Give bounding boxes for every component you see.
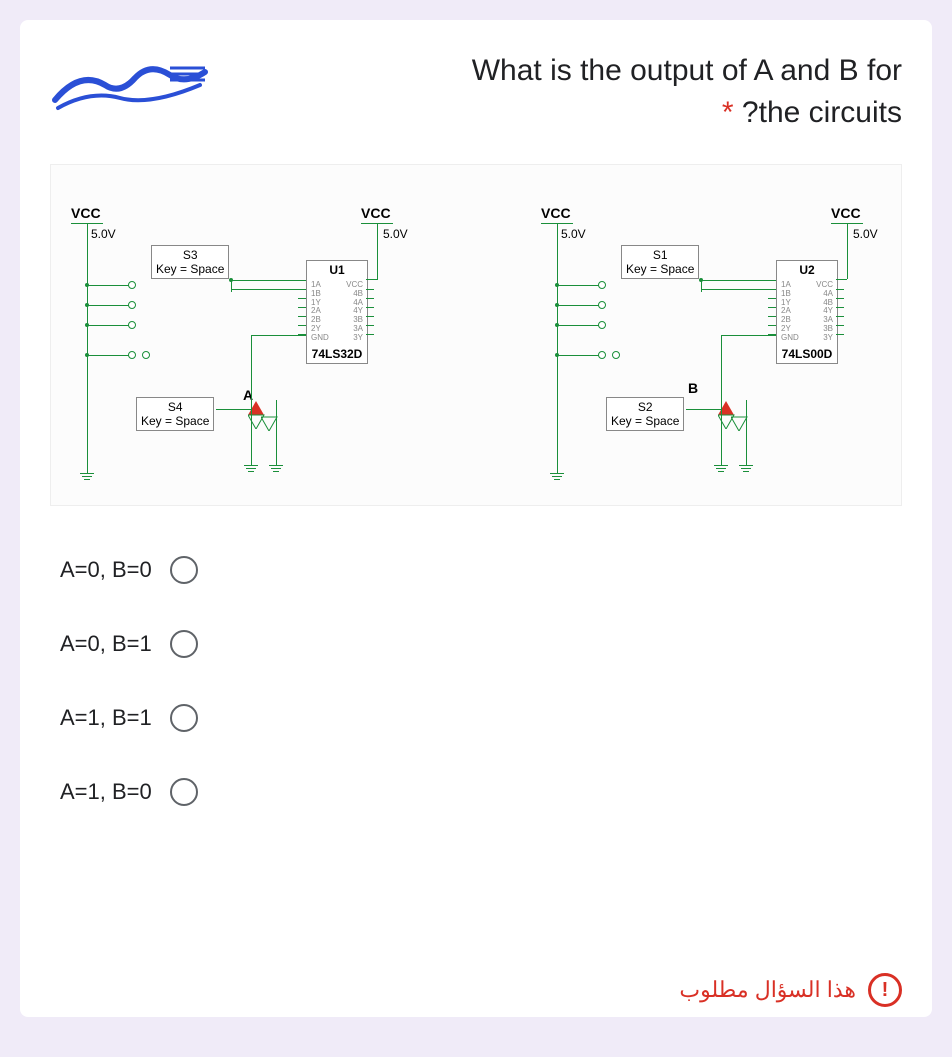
volt-label-3: 5.0V xyxy=(561,227,586,241)
u2-part: 74LS00D xyxy=(777,345,837,363)
option-4-text: A=1, B=0 xyxy=(60,779,152,805)
question-line1: What is the output of A and B for xyxy=(472,54,902,87)
s2-key: Key = Space xyxy=(611,414,679,428)
volt-label-4: 5.0V xyxy=(853,227,878,241)
radio-icon[interactable] xyxy=(170,778,198,806)
question-line2-suffix: the circuits xyxy=(759,96,902,129)
option-1[interactable]: A=0, B=0 xyxy=(60,556,892,584)
u1-name: U1 xyxy=(307,261,367,279)
s4-key: Key = Space xyxy=(141,414,209,428)
switch-s1: S1 Key = Space xyxy=(621,245,699,279)
option-2[interactable]: A=0, B=1 xyxy=(60,630,892,658)
s3-key: Key = Space xyxy=(156,262,224,276)
question-text: What is the output of A and B for the ci… xyxy=(230,50,902,134)
radio-icon[interactable] xyxy=(170,704,198,732)
radio-icon[interactable] xyxy=(170,630,198,658)
vcc-label-2: VCC xyxy=(361,205,391,221)
u1-part: 74LS32D xyxy=(307,345,367,363)
option-3-text: A=1, B=1 xyxy=(60,705,152,731)
required-warning: ! هذا السؤال مطلوب xyxy=(679,973,902,1007)
switch-s3: S3 Key = Space xyxy=(151,245,229,279)
s3-name: S3 xyxy=(156,248,224,262)
required-asterisk: * xyxy=(722,96,734,129)
radio-icon[interactable] xyxy=(170,556,198,584)
switch-s2: S2 Key = Space xyxy=(606,397,684,431)
circuit-diagram: VCC 5.0V VCC 5.0V S3 Key = Space S4 Key … xyxy=(50,164,902,506)
chip-u2: U2 1A 1B 1Y 2A 2B 2Y GND VCC 4A 4B 4Y 3A xyxy=(776,260,838,364)
question-line2-prefix: ? xyxy=(742,96,759,129)
chip-u1: U1 1A 1B 1Y 2A 2B 2Y GND VCC 4B 4A 4Y 3B xyxy=(306,260,368,364)
warning-icon: ! xyxy=(868,973,902,1007)
option-2-text: A=0, B=1 xyxy=(60,631,152,657)
vcc-label-4: VCC xyxy=(831,205,861,221)
s4-name: S4 xyxy=(141,400,209,414)
u2-name: U2 xyxy=(777,261,837,279)
volt-label-1: 5.0V xyxy=(91,227,116,241)
switch-s4: S4 Key = Space xyxy=(136,397,214,431)
net-b-label: B xyxy=(688,380,698,396)
vcc-label-3: VCC xyxy=(541,205,571,221)
s1-key: Key = Space xyxy=(626,262,694,276)
option-1-text: A=0, B=0 xyxy=(60,557,152,583)
options-group: A=0, B=0 A=0, B=1 A=1, B=1 A=1, B=0 xyxy=(50,556,902,806)
option-4[interactable]: A=1, B=0 xyxy=(60,778,892,806)
option-3[interactable]: A=1, B=1 xyxy=(60,704,892,732)
vcc-label-1: VCC xyxy=(71,205,101,221)
required-text: هذا السؤال مطلوب xyxy=(679,977,856,1003)
s1-name: S1 xyxy=(626,248,694,262)
volt-label-2: 5.0V xyxy=(383,227,408,241)
s2-name: S2 xyxy=(611,400,679,414)
scribble-icon xyxy=(50,50,210,120)
